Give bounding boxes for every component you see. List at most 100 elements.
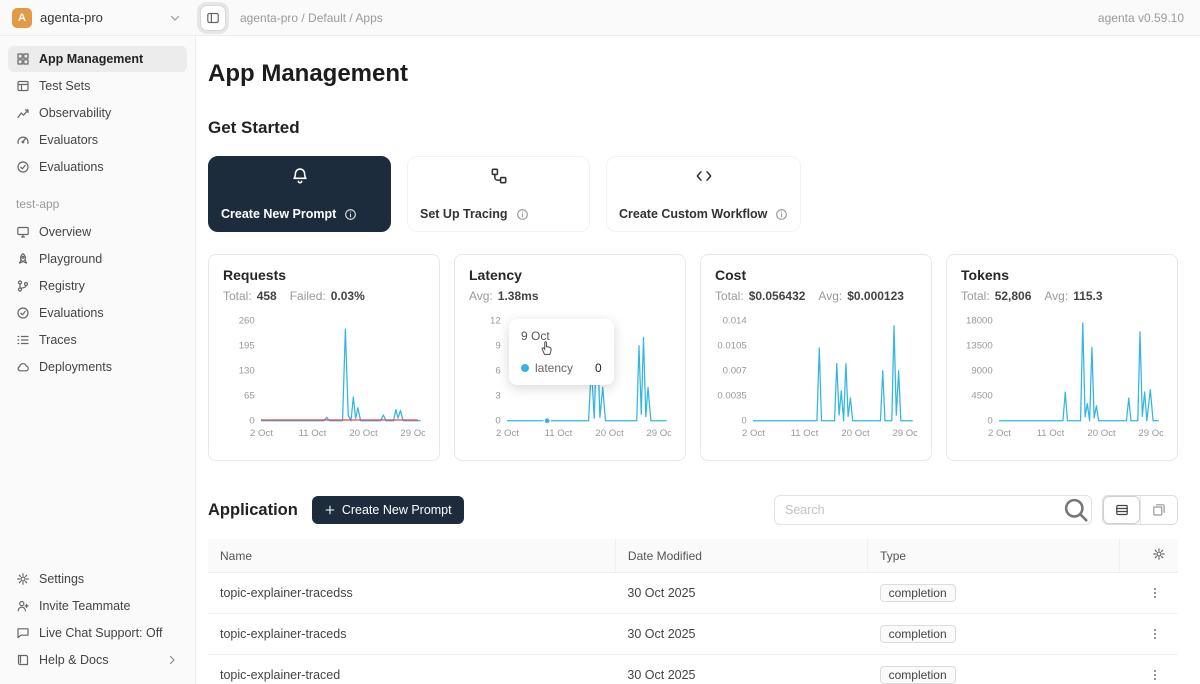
chevron-down-icon — [168, 11, 182, 25]
metric-stat-value: 458 — [257, 289, 277, 303]
column-header-date-modified[interactable]: Date Modified — [615, 539, 867, 573]
metric-stat-value: 1.38ms — [498, 289, 539, 303]
card-view-button[interactable] — [1140, 496, 1177, 524]
get-started-cards: Create New PromptSet Up Tracing Create Cu… — [208, 156, 1178, 232]
svg-text:12: 12 — [490, 316, 501, 327]
svg-text:3: 3 — [495, 391, 500, 402]
table-view-button[interactable] — [1103, 496, 1140, 524]
rocket-icon — [16, 252, 30, 266]
metric-chart[interactable]: 18000135009000450002 Oct11 Oct20 Oct29 O… — [961, 315, 1163, 442]
nav-item-label: Playground — [39, 252, 102, 266]
nav-item-label: Help & Docs — [39, 653, 108, 667]
cards-view-icon — [1152, 503, 1166, 517]
info-icon[interactable] — [344, 208, 357, 221]
metric-stat-label: Failed: — [290, 289, 326, 303]
sidebar-app-item-traces[interactable]: Traces — [8, 327, 187, 353]
info-icon[interactable] — [516, 208, 529, 221]
svg-text:29 Oct: 29 Oct — [892, 428, 917, 439]
cell-actions — [1120, 614, 1178, 655]
get-started-card-create-new-prompt[interactable]: Create New Prompt — [208, 156, 391, 232]
svg-text:0.014: 0.014 — [723, 316, 748, 327]
svg-text:0: 0 — [987, 416, 992, 427]
metric-stat-value: $0.056432 — [749, 289, 806, 303]
tooltip-series-value: 0 — [579, 361, 602, 375]
sidebar-app-item-deployments[interactable]: Deployments — [8, 354, 187, 380]
sidebar-app-item-registry[interactable]: Registry — [8, 273, 187, 299]
metric-chart[interactable]: 0.0140.01050.0070.003502 Oct11 Oct20 Oct… — [715, 315, 917, 442]
svg-text:11 Oct: 11 Oct — [791, 428, 819, 439]
sidebar-item-evaluators[interactable]: Evaluators — [8, 127, 187, 153]
table-icon — [16, 79, 30, 93]
check-circle-icon — [16, 306, 30, 320]
cell-actions — [1120, 655, 1178, 684]
sidebar-app-item-evaluations[interactable]: Evaluations — [8, 300, 187, 326]
sidebar-panel-icon — [206, 11, 220, 25]
sidebar-bottom-item-settings[interactable]: Settings — [8, 566, 187, 592]
row-menu-button[interactable] — [1144, 664, 1166, 684]
type-tag: completion — [880, 584, 956, 602]
sidebar-item-evaluations[interactable]: Evaluations — [8, 154, 187, 180]
grid-icon — [16, 52, 30, 66]
cell-actions — [1120, 573, 1178, 614]
sidebar-bottom-item-help-docs[interactable]: Help & Docs — [8, 647, 187, 673]
table-view-icon — [1115, 503, 1129, 517]
svg-text:20 Oct: 20 Oct — [595, 428, 624, 439]
nav-item-label: Settings — [39, 572, 84, 586]
column-header-settings[interactable] — [1120, 539, 1178, 573]
create-new-prompt-button[interactable]: Create New Prompt — [312, 496, 464, 524]
metric-title: Tokens — [961, 267, 1163, 283]
cell-name: topic-explainer-traceds — [208, 614, 615, 655]
get-started-card-set-up-tracing[interactable]: Set Up Tracing — [407, 156, 590, 232]
sidebar-app-item-playground[interactable]: Playground — [8, 246, 187, 272]
row-menu-button[interactable] — [1144, 623, 1166, 645]
metric-stat-value: 52,806 — [995, 289, 1032, 303]
gear-icon — [1152, 547, 1166, 561]
metric-stats: Total:52,806Avg:115.3 — [961, 289, 1163, 303]
nav-item-label: Traces — [39, 333, 77, 347]
svg-text:29 Oct: 29 Oct — [400, 428, 425, 439]
sidebar-bottom-item-invite-teammate[interactable]: Invite Teammate — [8, 593, 187, 619]
nav-item-label: Invite Teammate — [39, 599, 130, 613]
workspace-name: agenta-pro — [40, 10, 103, 25]
metric-stat-value: 0.03% — [331, 289, 365, 303]
metric-chart[interactable]: 2601951306502 Oct11 Oct20 Oct29 Oct — [223, 315, 425, 442]
cursor-icon — [539, 339, 556, 356]
card-label-row: Create Custom Workflow — [619, 207, 788, 221]
column-header-name[interactable]: Name — [208, 539, 615, 573]
sidebar-bottom-item-live-chat-support-off[interactable]: Live Chat Support: Off — [8, 620, 187, 646]
workspace-selector[interactable]: A agenta-pro — [0, 8, 196, 28]
nav-item-label: Evaluations — [39, 306, 104, 320]
cell-date-modified: 30 Oct 2025 — [615, 573, 867, 614]
table-row[interactable]: topic-explainer-traceds30 Oct 2025comple… — [208, 614, 1178, 655]
row-menu-button[interactable] — [1144, 582, 1166, 604]
tooltip-date: 9 Oct — [521, 329, 602, 343]
svg-text:0: 0 — [249, 416, 254, 427]
svg-text:11 Oct: 11 Oct — [545, 428, 573, 439]
type-tag: completion — [880, 625, 956, 643]
user-add-icon — [16, 599, 30, 613]
sidebar-app-item-overview[interactable]: Overview — [8, 219, 187, 245]
metric-card-tokens: TokensTotal:52,806Avg:115.31800013500900… — [946, 254, 1178, 461]
nav-item-label: App Management — [39, 52, 143, 66]
search-icon[interactable] — [1061, 496, 1091, 524]
nav-item-label: Overview — [39, 225, 91, 239]
sidebar-toggle-button[interactable] — [200, 5, 226, 31]
sidebar-item-observability[interactable]: Observability — [8, 100, 187, 126]
chart-tooltip: 9 Octlatency0 — [509, 319, 614, 385]
gauge-icon — [16, 133, 30, 147]
table-row[interactable]: topic-explainer-tracedss30 Oct 2025compl… — [208, 573, 1178, 614]
get-started-card-create-custom-workflow[interactable]: Create Custom Workflow — [606, 156, 801, 232]
sidebar-item-app-management[interactable]: App Management — [8, 46, 187, 72]
column-header-type[interactable]: Type — [868, 539, 1120, 573]
svg-text:13500: 13500 — [966, 341, 993, 352]
page-title: App Management — [208, 60, 1178, 88]
table-row[interactable]: topic-explainer-traced30 Oct 2025complet… — [208, 655, 1178, 684]
gear-icon — [16, 572, 30, 586]
svg-text:65: 65 — [244, 391, 255, 402]
topbar: A agenta-pro agenta-pro / Default / Apps… — [0, 0, 1200, 36]
metric-chart-svg: 18000135009000450002 Oct11 Oct20 Oct29 O… — [961, 315, 1163, 442]
sidebar-item-test-sets[interactable]: Test Sets — [8, 73, 187, 99]
info-icon[interactable] — [775, 208, 788, 221]
layout: App ManagementTest SetsObservabilityEval… — [0, 36, 1200, 684]
search-input[interactable] — [775, 503, 1061, 517]
